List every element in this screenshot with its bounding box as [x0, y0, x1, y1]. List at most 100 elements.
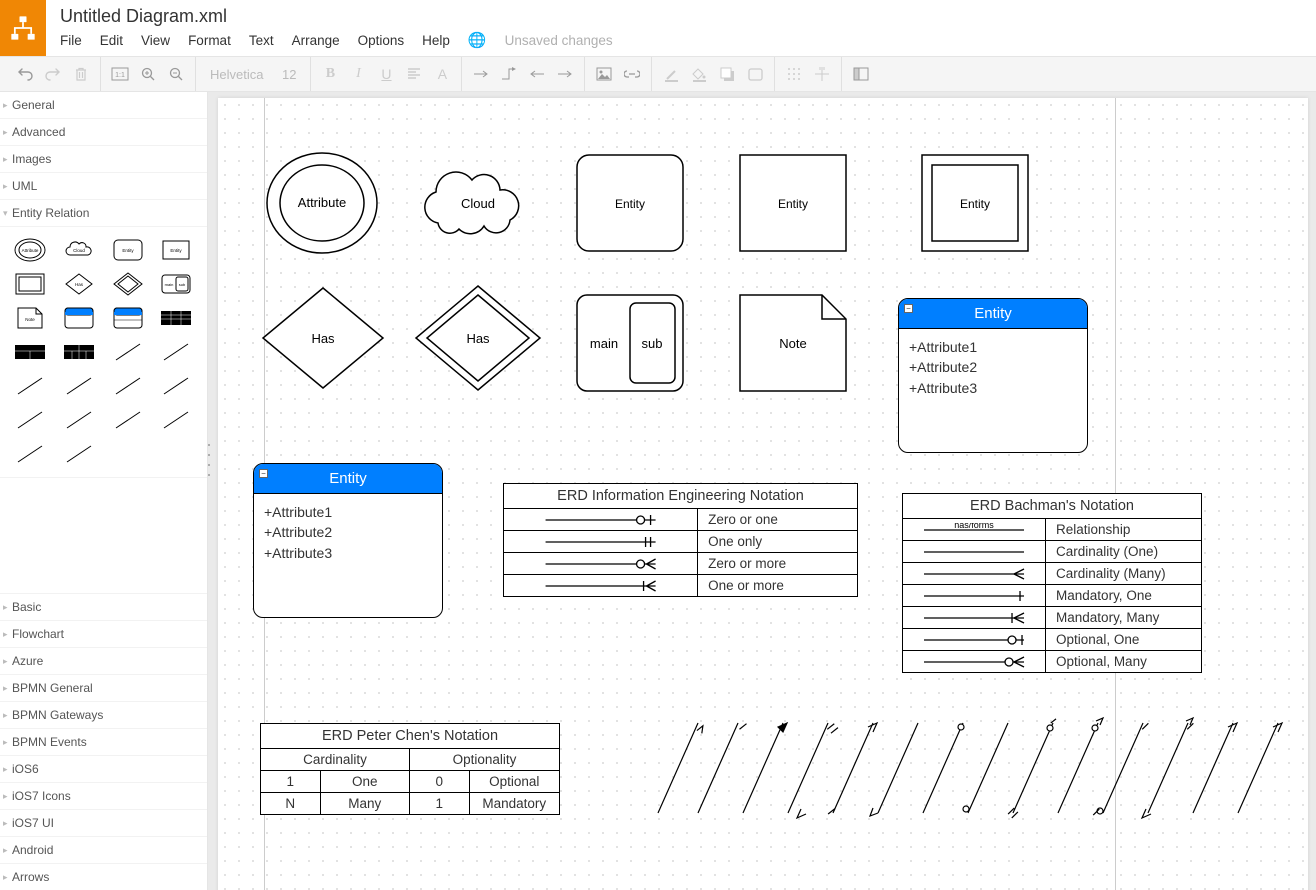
- sidebar-panel-general[interactable]: General: [0, 92, 207, 119]
- stencil-line-9[interactable]: [106, 405, 150, 435]
- stencil-has-double-diamond[interactable]: [106, 269, 150, 299]
- waypoint-button[interactable]: [496, 61, 522, 87]
- stencil-line-3[interactable]: [8, 371, 52, 401]
- stencil-entity-table-blue2[interactable]: [106, 303, 150, 333]
- shape-attribute[interactable]: Attribute: [262, 148, 382, 258]
- stencil-line-2[interactable]: [154, 337, 198, 367]
- shape-entity-table-2[interactable]: −Entity +Attribute1 +Attribute2 +Attribu…: [253, 463, 443, 618]
- menu-file[interactable]: File: [60, 33, 82, 48]
- zoom-out-button[interactable]: [163, 61, 189, 87]
- entity-attribute: +Attribute1: [909, 337, 1077, 357]
- stencil-entity-table-blue[interactable]: [57, 303, 101, 333]
- align-button[interactable]: [401, 61, 427, 87]
- rounded-button[interactable]: [742, 61, 768, 87]
- connection-arrow-button[interactable]: [468, 61, 494, 87]
- stencil-line-12[interactable]: [57, 439, 101, 469]
- shape-ie-notation-table[interactable]: ERD Information Engineering Notation Zer…: [503, 483, 858, 597]
- stencil-line-11[interactable]: [8, 439, 52, 469]
- stencil-has-diamond[interactable]: Has: [57, 269, 101, 299]
- shape-entity-table-1[interactable]: −Entity +Attribute1 +Attribute2 +Attribu…: [898, 298, 1088, 453]
- language-icon[interactable]: 🌐: [468, 31, 487, 49]
- stencil-main-sub[interactable]: mainsub: [154, 269, 198, 299]
- sidebar-panel-bpmn-general[interactable]: BPMN General: [0, 674, 207, 701]
- menu-view[interactable]: View: [141, 33, 170, 48]
- undo-button[interactable]: [12, 61, 38, 87]
- sidebar-splitter[interactable]: [207, 440, 211, 480]
- menu-options[interactable]: Options: [358, 33, 405, 48]
- underline-button[interactable]: U: [373, 61, 399, 87]
- font-color-button[interactable]: A: [429, 61, 455, 87]
- line-end-button[interactable]: [552, 61, 578, 87]
- menu-edit[interactable]: Edit: [100, 33, 123, 48]
- stencil-entity-rect[interactable]: Entity: [154, 235, 198, 265]
- menu-help[interactable]: Help: [422, 33, 450, 48]
- shadow-button[interactable]: [714, 61, 740, 87]
- stencil-entity-rounded[interactable]: Entity: [106, 235, 150, 265]
- zoom-in-button[interactable]: [135, 61, 161, 87]
- stencil-table-dark3[interactable]: [57, 337, 101, 367]
- line-color-button[interactable]: [658, 61, 684, 87]
- zoom-actual-button[interactable]: 1:1: [107, 61, 133, 87]
- sidebar-panel-bpmn-gateways[interactable]: BPMN Gateways: [0, 701, 207, 728]
- stencil-line-8[interactable]: [57, 405, 101, 435]
- stencil-entity-double[interactable]: [8, 269, 52, 299]
- sidebar-panel-advanced[interactable]: Advanced: [0, 119, 207, 146]
- shape-cloud[interactable]: Cloud: [418, 158, 538, 248]
- sidebar-panel-android[interactable]: Android: [0, 836, 207, 863]
- shape-entity-rounded[interactable]: Entity: [575, 153, 685, 253]
- sidebar-panel-ios7-icons[interactable]: iOS7 Icons: [0, 782, 207, 809]
- shape-has-double-diamond[interactable]: Has: [413, 283, 543, 393]
- font-family-select[interactable]: Helvetica: [202, 67, 272, 82]
- stencil-line-6[interactable]: [154, 371, 198, 401]
- stencil-attribute[interactable]: Attribute: [8, 235, 52, 265]
- sidebar-panel-entity-relation[interactable]: Entity Relation: [0, 200, 207, 227]
- app-logo[interactable]: [0, 0, 46, 56]
- canvas[interactable]: Attribute Cloud Entity Entity Entity Has…: [218, 98, 1308, 890]
- stencil-table-dark2[interactable]: [8, 337, 52, 367]
- menu-format[interactable]: Format: [188, 33, 231, 48]
- stencil-line-5[interactable]: [106, 371, 150, 401]
- grid-button[interactable]: [781, 61, 807, 87]
- canvas-area[interactable]: Attribute Cloud Entity Entity Entity Has…: [208, 92, 1316, 890]
- sidebar-panel-basic[interactable]: Basic: [0, 593, 207, 620]
- redo-button[interactable]: [40, 61, 66, 87]
- shape-entity-double[interactable]: Entity: [920, 153, 1030, 253]
- bold-button[interactable]: B: [317, 61, 343, 87]
- document-title[interactable]: Untitled Diagram.xml: [60, 6, 1304, 27]
- shape-bachman-notation-table[interactable]: ERD Bachman's Notation has/formsRelation…: [902, 493, 1202, 673]
- stencil-line-10[interactable]: [154, 405, 198, 435]
- line-start-button[interactable]: [524, 61, 550, 87]
- shape-chen-notation-table[interactable]: ERD Peter Chen's Notation Cardinality Op…: [260, 723, 560, 815]
- stencil-line-1[interactable]: [106, 337, 150, 367]
- sidebar-panel-bpmn-events[interactable]: BPMN Events: [0, 728, 207, 755]
- stencil-table-dark[interactable]: [154, 303, 198, 333]
- collapse-icon[interactable]: −: [259, 469, 268, 478]
- shape-main-sub[interactable]: mainsub: [575, 293, 685, 393]
- shape-has-diamond[interactable]: Has: [258, 283, 388, 393]
- stencil-note[interactable]: Note: [8, 303, 52, 333]
- stencil-cloud[interactable]: Cloud: [57, 235, 101, 265]
- shape-note[interactable]: Note: [738, 293, 848, 393]
- sidebar-panel-arrows[interactable]: Arrows: [0, 863, 207, 890]
- menu-text[interactable]: Text: [249, 33, 274, 48]
- outline-button[interactable]: [848, 61, 874, 87]
- menu-arrange[interactable]: Arrange: [292, 33, 340, 48]
- font-size-select[interactable]: 12: [274, 67, 304, 82]
- fill-color-button[interactable]: [686, 61, 712, 87]
- collapse-icon[interactable]: −: [904, 304, 913, 313]
- shape-connector-lines[interactable]: [638, 713, 1298, 843]
- italic-button[interactable]: I: [345, 61, 371, 87]
- sidebar-panel-azure[interactable]: Azure: [0, 647, 207, 674]
- stencil-line-4[interactable]: [57, 371, 101, 401]
- sidebar-panel-ios7-ui[interactable]: iOS7 UI: [0, 809, 207, 836]
- insert-image-button[interactable]: [591, 61, 617, 87]
- shape-entity-rect[interactable]: Entity: [738, 153, 848, 253]
- sidebar-panel-images[interactable]: Images: [0, 146, 207, 173]
- delete-button[interactable]: [68, 61, 94, 87]
- stencil-line-7[interactable]: [8, 405, 52, 435]
- sidebar-panel-ios6[interactable]: iOS6: [0, 755, 207, 782]
- sidebar-panel-uml[interactable]: UML: [0, 173, 207, 200]
- sidebar-panel-flowchart[interactable]: Flowchart: [0, 620, 207, 647]
- insert-link-button[interactable]: [619, 61, 645, 87]
- guides-button[interactable]: [809, 61, 835, 87]
